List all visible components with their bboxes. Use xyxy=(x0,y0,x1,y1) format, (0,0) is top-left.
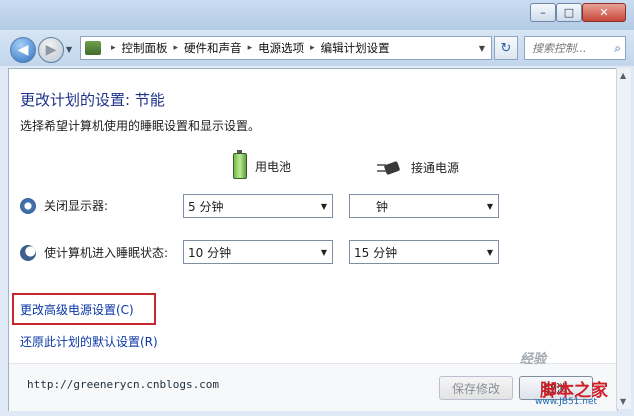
column-plugged: 接通电源 xyxy=(377,159,459,176)
select-value: 钟 xyxy=(376,199,389,214)
address-dropdown-icon[interactable]: ▼ xyxy=(479,44,485,53)
select-value: 5 分钟 xyxy=(188,199,224,214)
display-clock-icon xyxy=(20,197,36,214)
recent-pages-dropdown-icon[interactable]: ▼ xyxy=(66,45,72,54)
chevron-down-icon: ▼ xyxy=(486,247,493,257)
setting-sleep: 使计算机进入睡眠状态: xyxy=(20,244,168,261)
breadcrumb-edit-plan[interactable]: 编辑计划设置 xyxy=(321,40,390,56)
sleep-plugged-select[interactable]: 15 分钟 ▼ xyxy=(349,240,499,264)
setting-label: 关闭显示器: xyxy=(44,199,109,213)
advanced-settings-link[interactable]: 更改高级电源设置(C) xyxy=(20,301,134,318)
chevron-down-icon: ▼ xyxy=(486,201,493,211)
watermark-jb51-url: www.JB51.net xyxy=(535,397,598,407)
restore-defaults-link[interactable]: 还原此计划的默认设置(R) xyxy=(20,333,158,350)
display-off-battery-select[interactable]: 5 分钟 ▼ xyxy=(183,194,333,218)
search-input[interactable] xyxy=(530,40,604,56)
page-description: 选择希望计算机使用的睡眠设置和显示设置。 xyxy=(20,119,261,133)
window-titlebar: – □ ✕ xyxy=(0,0,634,30)
save-button[interactable]: 保存修改 xyxy=(439,376,513,400)
battery-icon xyxy=(233,150,247,179)
breadcrumb-separator[interactable]: ▸ xyxy=(111,43,116,53)
minimize-button[interactable]: – xyxy=(530,3,556,22)
column-battery: 用电池 xyxy=(233,150,292,179)
back-button[interactable]: ◀ xyxy=(10,37,36,63)
setting-label: 使计算机进入睡眠状态: xyxy=(44,246,169,260)
sleep-battery-select[interactable]: 10 分钟 ▼ xyxy=(183,240,333,264)
power-plug-icon xyxy=(377,160,403,175)
select-value: 10 分钟 xyxy=(188,245,232,260)
setting-display-off: 关闭显示器: xyxy=(20,197,108,214)
chevron-down-icon: ▼ xyxy=(320,247,327,257)
scrollbar[interactable]: ▲ ▼ xyxy=(616,68,631,409)
breadcrumb-hardware-sound[interactable]: 硬件和声音 xyxy=(184,40,242,56)
sleep-moon-icon xyxy=(20,244,36,261)
chevron-down-icon: ▼ xyxy=(320,201,327,211)
watermark-baidu: 经验 xyxy=(520,352,547,367)
maximize-button[interactable]: □ xyxy=(556,3,582,22)
forward-button[interactable]: ▶ xyxy=(38,37,64,63)
footer-bar: http://greenerycn.cnblogs.com 保存修改 取消 xyxy=(9,363,617,411)
control-panel-icon xyxy=(85,41,101,55)
breadcrumb-separator[interactable]: ▸ xyxy=(174,43,179,53)
scroll-up-icon[interactable]: ▲ xyxy=(620,71,626,80)
column-battery-label: 用电池 xyxy=(255,159,292,174)
select-value: 15 分钟 xyxy=(354,245,398,260)
column-plugged-label: 接通电源 xyxy=(411,161,460,175)
scroll-down-icon[interactable]: ▼ xyxy=(620,397,626,406)
blog-url-text: http://greenerycn.cnblogs.com xyxy=(27,378,220,391)
close-button[interactable]: ✕ xyxy=(582,3,626,22)
breadcrumb-separator[interactable]: ▸ xyxy=(310,43,315,53)
search-icon[interactable]: ⌕ xyxy=(614,41,621,56)
breadcrumb-power-options[interactable]: 电源选项 xyxy=(258,40,304,56)
page-title: 更改计划的设置: 节能 xyxy=(20,91,165,109)
breadcrumb-separator[interactable]: ▸ xyxy=(248,43,253,53)
display-off-plugged-select[interactable]: 钟 ▼ xyxy=(349,194,499,218)
refresh-button[interactable]: ↻ xyxy=(494,36,518,60)
search-box[interactable]: ⌕ xyxy=(524,36,626,60)
breadcrumb-control-panel[interactable]: 控制面板 xyxy=(122,40,168,56)
address-bar[interactable]: ▸ 控制面板 ▸ 硬件和声音 ▸ 电源选项 ▸ 编辑计划设置 ▼ xyxy=(80,36,492,60)
